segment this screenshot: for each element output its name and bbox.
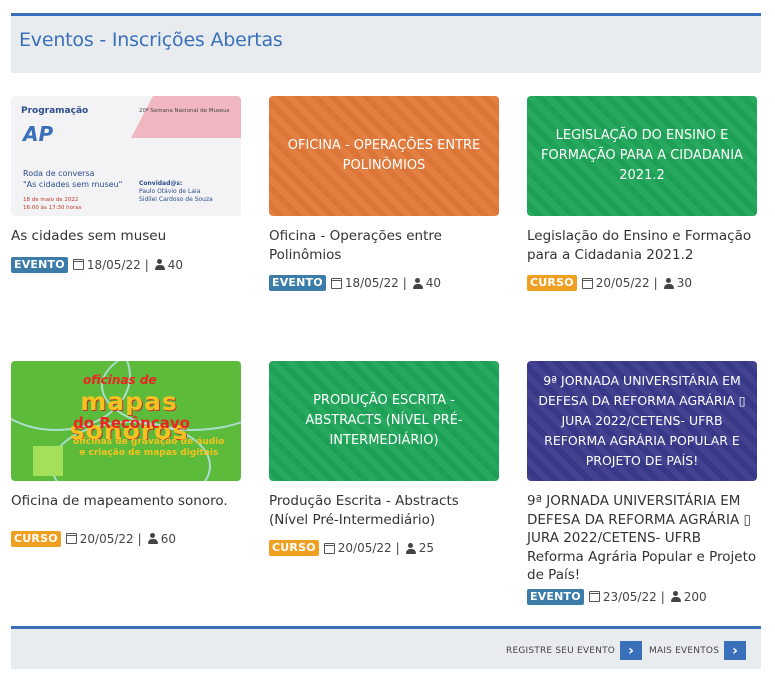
event-date: 20/05/22 bbox=[337, 541, 392, 555]
event-date: 18/05/22 bbox=[86, 257, 141, 272]
type-badge: EVENTO bbox=[11, 256, 68, 273]
event-thumbnail[interactable]: 9ª JORNADA UNIVERSITÁRIA EM DEFESA DA RE… bbox=[527, 361, 757, 481]
user-icon bbox=[405, 542, 416, 554]
page-title: Eventos - Inscrições Abertas bbox=[19, 29, 283, 51]
event-title[interactable]: 9ª JORNADA UNIVERSITÁRIA EM DEFESA DA RE… bbox=[527, 492, 757, 585]
event-title[interactable]: Oficina de mapeamento sonoro. bbox=[11, 492, 241, 511]
event-card[interactable]: 9ª JORNADA UNIVERSITÁRIA EM DEFESA DA RE… bbox=[527, 361, 757, 605]
event-thumbnail[interactable]: LEGISLAÇÃO DO ENSINO E FORMAÇÃO PARA A C… bbox=[527, 96, 757, 216]
separator: | bbox=[653, 276, 658, 290]
event-date: 20/05/22 bbox=[79, 531, 134, 546]
poster-guests-heading: Convidad@s: bbox=[139, 180, 183, 187]
separator: | bbox=[660, 589, 665, 604]
poster-guests: Convidad@s: Paulo Otávio de Laia Sidilei… bbox=[139, 180, 213, 204]
poster-date-line: 18 de maio de 2022 bbox=[23, 197, 79, 203]
event-title[interactable]: Oficina - Operações entre Polinômios bbox=[269, 227, 499, 264]
poster-roda-line: Roda de conversa bbox=[23, 169, 95, 178]
event-meta: CURSO 20/05/22 | 60 bbox=[11, 530, 241, 547]
event-card[interactable]: OFICINA - OPERAÇÕES ENTRE POLINÔMIOS Ofi… bbox=[269, 96, 499, 291]
event-meta: CURSO 20/05/22 | 30 bbox=[527, 275, 757, 291]
calendar-icon bbox=[581, 277, 593, 289]
event-title[interactable]: Legislação do Ensino e Formação para a C… bbox=[527, 227, 757, 264]
poster-subheading: 20ª Semana Nacional de Museus bbox=[139, 108, 230, 114]
user-icon bbox=[412, 277, 423, 289]
event-thumbnail[interactable]: oficinas de mapas sonoros do Recôncavo o… bbox=[11, 361, 241, 481]
poster-guest: Paulo Otávio de Laia bbox=[139, 188, 201, 195]
section-footer: REGISTRE SEU EVENTO › MAIS EVENTOS › bbox=[11, 626, 761, 669]
event-title[interactable]: As cidades sem museu bbox=[11, 227, 241, 246]
separator: | bbox=[402, 276, 407, 290]
chevron-right-icon[interactable]: › bbox=[724, 641, 747, 660]
thumbnail-text: LEGISLAÇÃO DO ENSINO E FORMAÇÃO PARA A C… bbox=[541, 128, 743, 183]
calendar-icon bbox=[323, 542, 335, 554]
event-thumbnail[interactable]: PRODUÇÃO ESCRITA - ABSTRACTS (NÍVEL PRÉ-… bbox=[269, 361, 499, 481]
calendar-icon bbox=[72, 259, 84, 270]
event-card[interactable]: LEGISLAÇÃO DO ENSINO E FORMAÇÃO PARA A C… bbox=[527, 96, 757, 291]
poster-date: 18 de maio de 2022 16:00 às 17:30 horas bbox=[23, 196, 82, 212]
poster-roda-line: "As cidades sem museu" bbox=[23, 180, 123, 189]
map-subtitle: oficinas de gravação de áudio e criação … bbox=[73, 437, 224, 459]
chevron-right-icon[interactable]: › bbox=[620, 641, 643, 660]
thumbnail-text: 9ª JORNADA UNIVERSITÁRIA EM DEFESA DA RE… bbox=[538, 373, 746, 468]
event-card[interactable]: oficinas de mapas sonoros do Recôncavo o… bbox=[11, 361, 241, 547]
type-badge: EVENTO bbox=[527, 588, 584, 605]
event-meta: EVENTO 18/05/22 | 40 bbox=[269, 275, 499, 291]
map-title-line: do Recôncavo bbox=[73, 414, 190, 432]
map-title-line: oficinas de bbox=[83, 373, 157, 387]
separator: | bbox=[395, 541, 400, 555]
register-event-link[interactable]: REGISTRE SEU EVENTO › bbox=[506, 641, 643, 660]
type-badge: CURSO bbox=[11, 530, 61, 547]
user-icon bbox=[670, 591, 681, 602]
thumbnail-text: OFICINA - OPERAÇÕES ENTRE POLINÔMIOS bbox=[287, 138, 481, 173]
type-badge: CURSO bbox=[527, 275, 577, 291]
poster-date-line: 16:00 às 17:30 horas bbox=[23, 205, 82, 211]
user-icon bbox=[663, 277, 674, 289]
event-card[interactable]: Programação 20ª Semana Nacional de Museu… bbox=[11, 96, 241, 273]
separator: | bbox=[144, 257, 149, 272]
section-header: Eventos - Inscrições Abertas bbox=[11, 13, 761, 73]
participant-count: 60 bbox=[160, 531, 176, 546]
register-event-label[interactable]: REGISTRE SEU EVENTO bbox=[506, 646, 615, 656]
calendar-icon bbox=[65, 533, 77, 544]
calendar-icon bbox=[588, 591, 600, 602]
participant-count: 40 bbox=[425, 276, 442, 290]
type-badge: CURSO bbox=[269, 540, 319, 556]
calendar-icon bbox=[330, 277, 342, 289]
event-thumbnail[interactable]: OFICINA - OPERAÇÕES ENTRE POLINÔMIOS bbox=[269, 96, 499, 216]
event-meta: EVENTO 18/05/22 | 40 bbox=[11, 256, 241, 273]
user-icon bbox=[147, 533, 158, 544]
event-card[interactable]: PRODUÇÃO ESCRITA - ABSTRACTS (NÍVEL PRÉ-… bbox=[269, 361, 499, 556]
participant-count: 25 bbox=[418, 541, 434, 555]
more-events-label[interactable]: MAIS EVENTOS bbox=[649, 646, 719, 656]
poster-roda: Roda de conversa "As cidades sem museu" bbox=[23, 168, 122, 190]
poster-decoration bbox=[131, 96, 241, 138]
poster-heading: Programação bbox=[21, 106, 89, 116]
type-badge: EVENTO bbox=[269, 275, 326, 291]
map-block bbox=[33, 446, 63, 476]
participant-count: 200 bbox=[683, 589, 707, 604]
event-date: 20/05/22 bbox=[595, 276, 650, 290]
event-meta: CURSO 20/05/22 | 25 bbox=[269, 540, 499, 556]
map-subtitle-line: e criação de mapas digitais bbox=[79, 448, 219, 458]
user-icon bbox=[154, 259, 165, 270]
participant-count: 30 bbox=[676, 276, 692, 290]
event-title[interactable]: Produção Escrita - Abstracts (Nível Pré-… bbox=[269, 492, 499, 529]
thumbnail-text: PRODUÇÃO ESCRITA - ABSTRACTS (NÍVEL PRÉ-… bbox=[305, 393, 463, 448]
event-thumbnail[interactable]: Programação 20ª Semana Nacional de Museu… bbox=[11, 96, 241, 216]
event-date: 18/05/22 bbox=[344, 276, 399, 290]
participant-count: 40 bbox=[167, 257, 184, 272]
poster-logo: AP bbox=[23, 122, 54, 146]
poster-guest: Sidilei Cardoso de Souza bbox=[139, 196, 213, 203]
event-meta: EVENTO 23/05/22 | 200 bbox=[527, 588, 757, 605]
more-events-link[interactable]: MAIS EVENTOS › bbox=[649, 641, 747, 660]
separator: | bbox=[137, 531, 142, 546]
map-subtitle-line: oficinas de gravação de áudio bbox=[73, 437, 225, 447]
event-date: 23/05/22 bbox=[602, 589, 657, 604]
